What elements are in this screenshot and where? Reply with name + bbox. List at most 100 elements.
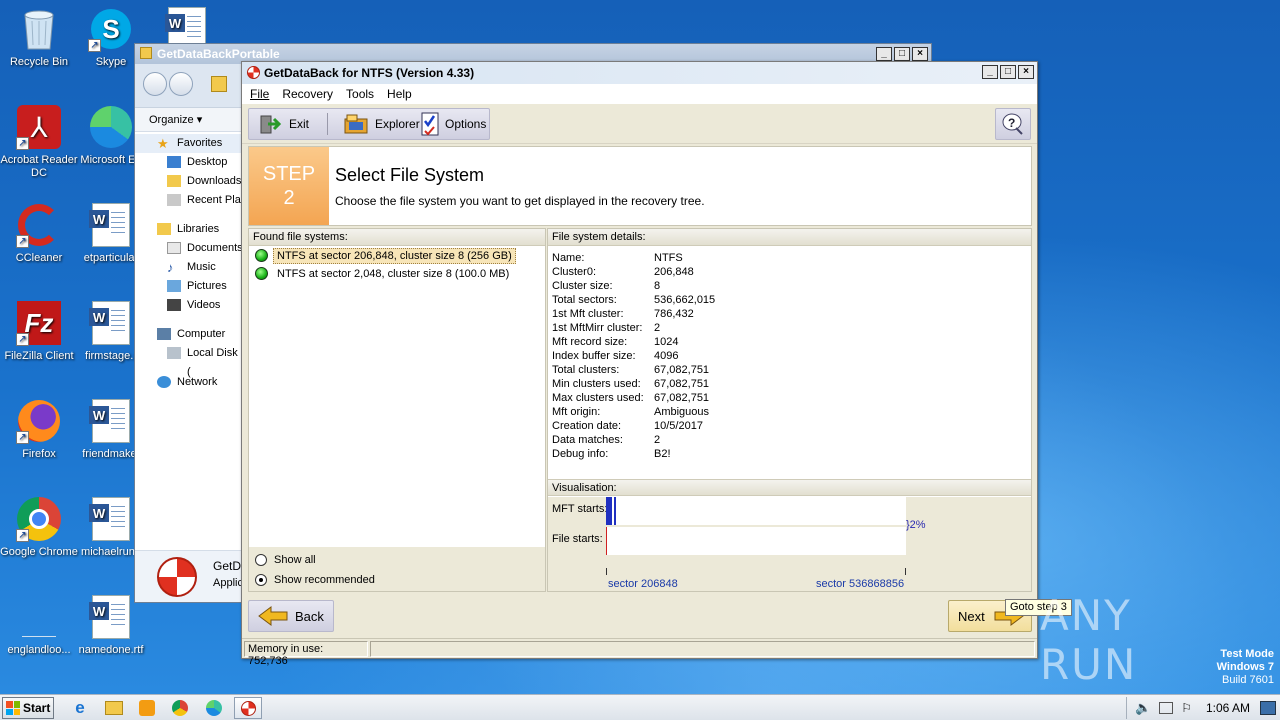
- minimize-button[interactable]: _: [876, 47, 892, 61]
- minimize-button[interactable]: _: [982, 65, 998, 79]
- explorer-button[interactable]: Explorer: [343, 109, 420, 139]
- taskbar-getdataback[interactable]: [234, 697, 262, 719]
- file-system-details-pane: File system details: Name: NTFS Cluster0: 2…: [547, 228, 1032, 592]
- mft-starts-bar: [606, 497, 906, 525]
- desktop-icon-acrobat[interactable]: ⅄ ↗ Acrobat Reader DC: [0, 104, 78, 180]
- file-system-label: NTFS at sector 206,848, cluster size 8 (…: [273, 248, 516, 264]
- detail-key: Total clusters:: [552, 364, 620, 376]
- nav-documents[interactable]: Documents: [135, 239, 243, 258]
- radio-button[interactable]: [255, 554, 267, 566]
- details-type: Applic: [213, 577, 243, 589]
- nav-network[interactable]: Network: [135, 373, 243, 392]
- desktop-icon-firefox[interactable]: ↗ Firefox: [0, 398, 78, 461]
- flag-icon[interactable]: ⚐: [1181, 701, 1192, 715]
- gdb-titlebar[interactable]: GetDataBack for NTFS (Version 4.33) _ □ …: [242, 62, 1037, 84]
- internet-explorer-icon: e: [75, 698, 85, 717]
- nav-downloads[interactable]: Downloads: [135, 172, 243, 191]
- media-player-icon: [139, 700, 155, 716]
- gdb-title: GetDataBack for NTFS (Version 4.33): [264, 66, 475, 80]
- edge-icon: [88, 104, 134, 150]
- file-start-marker: [606, 527, 607, 555]
- speaker-icon[interactable]: 🔈: [1135, 700, 1151, 716]
- file-system-item[interactable]: NTFS at sector 2,048, cluster size 8 (10…: [251, 266, 545, 282]
- show-all-radio[interactable]: Show all: [255, 552, 316, 568]
- getdataback-app-icon: [157, 557, 197, 597]
- detail-value: B2!: [654, 448, 671, 460]
- firefox-icon: ↗: [16, 398, 62, 444]
- network-icon[interactable]: [1159, 702, 1174, 714]
- show-desktop-icon[interactable]: [1260, 701, 1276, 715]
- nav-libraries[interactable]: Libraries: [135, 220, 243, 239]
- forward-arrow-icon[interactable]: [169, 72, 193, 96]
- close-button[interactable]: ×: [1018, 65, 1034, 79]
- detail-value: 786,432: [654, 308, 694, 320]
- ccleaner-icon: ↗: [16, 202, 62, 248]
- detail-key: 1st Mft cluster:: [552, 308, 624, 320]
- visualisation-header: Visualisation:: [548, 479, 1031, 496]
- desktop-icon-file[interactable]: englandloo...: [0, 594, 78, 657]
- taskbar-media-player[interactable]: [133, 697, 161, 719]
- star-icon: ★: [157, 136, 169, 151]
- desktop-icon-label: Firefox: [22, 448, 56, 460]
- folder-icon: [105, 701, 123, 715]
- nav-favorites[interactable]: ★ Favorites: [135, 134, 243, 153]
- nav-computer[interactable]: Computer: [135, 325, 243, 344]
- desktop-icon-recycle-bin[interactable]: Recycle Bin: [0, 6, 78, 69]
- exit-button[interactable]: Exit: [259, 109, 309, 139]
- menu-file[interactable]: File: [250, 87, 269, 104]
- taskbar-ie[interactable]: e: [66, 697, 94, 719]
- close-button[interactable]: ×: [912, 47, 928, 61]
- nav-music[interactable]: ♪ Music: [135, 258, 243, 277]
- taskbar-explorer[interactable]: [100, 697, 128, 719]
- nav-recent[interactable]: Recent Pla: [135, 191, 243, 210]
- desktop-icon-label: CCleaner: [15, 252, 63, 264]
- options-button[interactable]: Options: [421, 109, 486, 139]
- detail-row: Total sectors: 536,662,015: [552, 293, 715, 307]
- detail-row: Min clusters used: 67,082,751: [552, 377, 715, 391]
- menu-tools[interactable]: Tools: [346, 87, 374, 104]
- pictures-icon: [167, 280, 181, 292]
- videos-icon: [167, 299, 181, 311]
- radio-button[interactable]: [255, 574, 267, 586]
- detail-value: 4096: [654, 350, 679, 362]
- start-button[interactable]: Start: [2, 697, 54, 719]
- memory-status: Memory in use: 752,736: [244, 641, 368, 667]
- maximize-button[interactable]: □: [1000, 65, 1016, 79]
- show-recommended-radio[interactable]: Show recommended: [255, 572, 375, 588]
- organize-button[interactable]: Organize ▾: [149, 114, 202, 126]
- menu-recovery[interactable]: Recovery: [282, 87, 333, 104]
- nav-videos[interactable]: Videos: [135, 296, 243, 315]
- filter-options: Show all Show recommended: [249, 547, 545, 591]
- gdb-toolbar: Exit Explorer Options ?: [242, 104, 1037, 144]
- desktop-icon-ccleaner[interactable]: ↗ CCleaner: [0, 202, 78, 265]
- file-starts-label: File starts:: [552, 533, 603, 545]
- file-system-item[interactable]: NTFS at sector 206,848, cluster size 8 (…: [251, 248, 545, 264]
- taskbar-chrome[interactable]: [166, 697, 194, 719]
- explorer-icon: [344, 114, 368, 134]
- taskbar-edge[interactable]: [200, 697, 228, 719]
- explorer-details-pane: GetD Applic: [135, 550, 243, 602]
- maximize-button[interactable]: □: [894, 47, 910, 61]
- desktop-icon-filezilla[interactable]: Fz ↗ FileZilla Client: [0, 300, 78, 363]
- found-file-systems-pane: Found file systems: NTFS at sector 206,8…: [248, 228, 546, 592]
- back-button[interactable]: Back: [248, 600, 334, 632]
- desktop-icon-doc[interactable]: namedone.rtf: [72, 594, 150, 657]
- desktop-icon-label: Acrobat Reader DC: [0, 154, 78, 179]
- recycle-bin-icon: [16, 6, 62, 52]
- windows-logo-icon: [6, 701, 20, 715]
- nav-desktop[interactable]: Desktop: [135, 153, 243, 172]
- desktop-icon-chrome[interactable]: ↗ Google Chrome: [0, 496, 78, 559]
- mft-mirror-marker: [614, 497, 616, 525]
- nav-pictures[interactable]: Pictures: [135, 277, 243, 296]
- step-header-panel: STEP 2 Select File System Choose the fil…: [248, 146, 1032, 226]
- toolbar-group: Exit Explorer Options: [248, 108, 490, 140]
- menu-help[interactable]: Help: [387, 87, 412, 104]
- nav-local-disk[interactable]: Local Disk (: [135, 344, 243, 378]
- clock[interactable]: 1:06 AM: [1206, 701, 1250, 715]
- back-arrow-icon[interactable]: [143, 72, 167, 96]
- help-button[interactable]: ?: [995, 108, 1031, 140]
- getdataback-window[interactable]: GetDataBack for NTFS (Version 4.33) _ □ …: [241, 61, 1072, 667]
- acrobat-icon: ⅄ ↗: [16, 104, 62, 150]
- page-title: Select File System: [335, 165, 485, 185]
- system-tray: 🔈 ⚐ 1:06 AM: [1126, 695, 1280, 720]
